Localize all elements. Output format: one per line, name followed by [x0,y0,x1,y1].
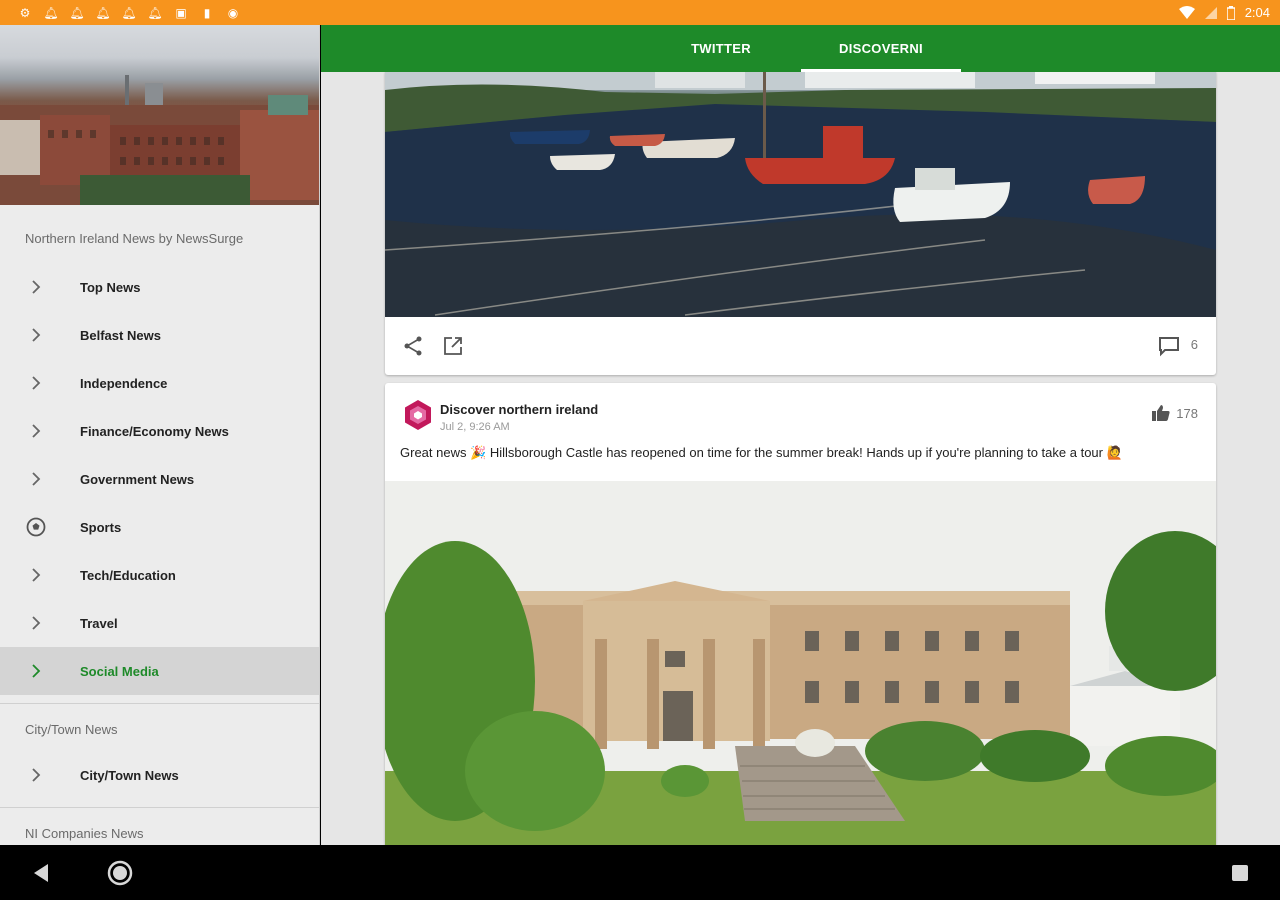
battery-icon [1226,5,1235,20]
discover-ni-logo-avatar [405,400,431,430]
post-text: Great news 🎉 Hillsborough Castle has reo… [400,445,1123,460]
bell-icon: 🔔︎ [43,5,59,20]
top-tab-bar: TWITTER DISCOVERNI [321,25,1280,72]
tab-discoverni[interactable]: DISCOVERNI [801,25,961,72]
card-action-bar: 6 [385,317,1216,375]
gear-icon: ⚙ [19,5,31,20]
nav-item-label: Social Media [80,663,159,679]
status-bar: ⚙ 🔔︎ 🔔︎ 🔔︎ 🔔︎ 🔔︎ ▣ ▮ ◉ 2:04 [0,0,1280,25]
comment-icon[interactable] [1158,335,1180,357]
sd-card-icon: ▮ [203,5,211,20]
feed-content: 6 Discover northern ireland Jul 2, 9:26 … [321,72,1280,845]
drawer-app-title: Northern Ireland News by NewsSurge [25,231,244,246]
chevron-right-icon [32,768,41,782]
bell-icon: 🔔︎ [69,5,85,20]
chevron-right-icon [32,328,41,342]
tab-twitter[interactable]: TWITTER [641,25,801,72]
section-title-city-town: City/Town News [25,722,118,737]
nav-item-label: Top News [80,279,141,295]
share-icon[interactable] [402,335,424,357]
chevron-right-icon [32,424,41,438]
navigation-drawer: Northern Ireland News by NewsSurge Top N… [0,25,320,845]
app-icon: ◉ [227,5,239,20]
nav-item-travel[interactable]: Travel [0,599,319,647]
nav-item-label: Tech/Education [80,567,176,583]
nav-item-independence[interactable]: Independence [0,359,319,407]
hillsborough-castle-image [385,481,1216,845]
nav-item-label: Belfast News [80,327,161,343]
chevron-right-icon [32,376,41,390]
nav-item-label: Government News [80,471,195,487]
nav-item-sports[interactable]: Sports [0,503,319,551]
nav-item-label: Finance/Economy News [80,423,229,439]
bell-icon: 🔔︎ [121,5,137,20]
likes-count: 178 [1176,405,1198,421]
recents-button-icon[interactable] [1226,859,1254,887]
post-author[interactable]: Discover northern ireland [440,402,598,417]
system-navigation-bar [0,845,1280,900]
nav-item-label: Sports [80,519,122,535]
chevron-right-icon [32,472,41,486]
castle-photo[interactable] [385,481,1216,845]
post-date: Jul 2, 9:26 AM [440,421,510,433]
back-button-icon[interactable] [28,859,56,887]
soccer-ball-icon [26,517,46,537]
comment-count: 6 [1190,337,1198,352]
nav-item-top-news[interactable]: Top News [0,263,319,311]
nav-item-city-town-news[interactable]: City/Town News [0,751,319,799]
drawer-header-image [0,25,319,205]
post-header: Discover northern ireland Jul 2, 9:26 AM… [385,383,1216,443]
chevron-right-icon [32,664,41,678]
bell-icon: 🔔︎ [147,5,163,20]
nav-item-social-media[interactable]: Social Media [0,647,319,695]
feed-card[interactable]: Discover northern ireland Jul 2, 9:26 AM… [385,383,1216,845]
feed-card[interactable]: 6 [385,72,1216,375]
signal-icon [1204,6,1217,19]
nav-item-finance-economy[interactable]: Finance/Economy News [0,407,319,455]
nav-item-belfast-news[interactable]: Belfast News [0,311,319,359]
home-button-icon[interactable] [106,859,134,887]
chevron-right-icon [32,280,41,294]
nav-item-label: Travel [80,615,118,631]
wifi-icon [1178,5,1195,19]
likes-counter[interactable]: 178 [1152,405,1198,421]
city-skyline-image [0,75,319,205]
status-time: 2:04 [1244,5,1270,20]
chevron-right-icon [32,568,41,582]
harbor-photo[interactable] [385,72,1216,317]
bell-icon: 🔔︎ [95,5,111,20]
nav-item-label: City/Town News [80,767,179,783]
chevron-right-icon [32,616,41,630]
status-bar-notifications: ⚙ 🔔︎ 🔔︎ 🔔︎ 🔔︎ 🔔︎ ▣ ▮ ◉ [18,6,240,20]
thumbs-up-icon [1152,405,1170,421]
harbor-scene-image [385,72,1216,317]
nav-item-government-news[interactable]: Government News [0,455,319,503]
image-icon: ▣ [175,5,187,20]
section-title-ni-companies: NI Companies News [25,826,144,841]
nav-item-label: Independence [80,375,168,391]
status-bar-system: 2:04 [1178,5,1270,20]
open-external-icon[interactable] [442,335,464,357]
nav-item-tech-education[interactable]: Tech/Education [0,551,319,599]
